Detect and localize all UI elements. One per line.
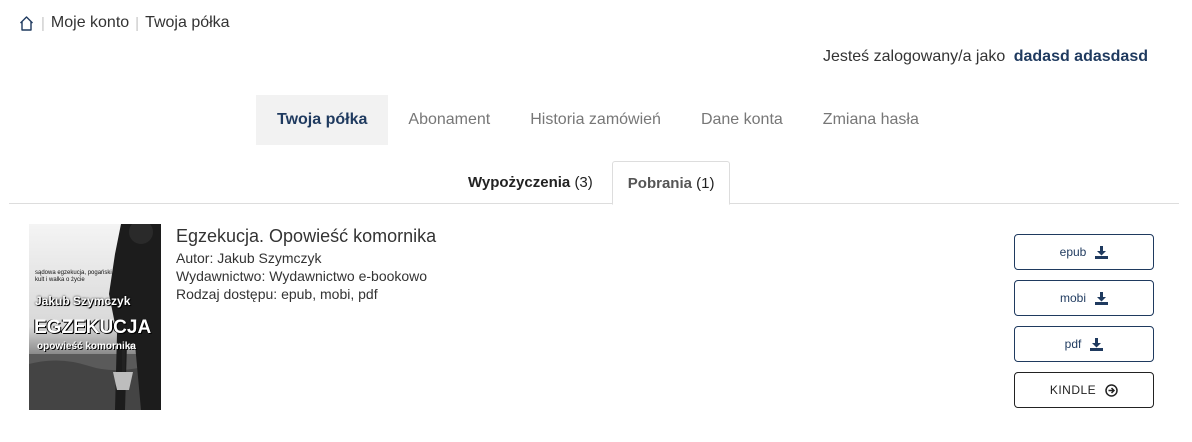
user-name: dadasd adasdasd bbox=[1013, 48, 1148, 65]
tab-loans-label: Wypożyczenia bbox=[468, 174, 571, 191]
download-pdf-label: pdf bbox=[1064, 337, 1082, 351]
tab-shelf[interactable]: Twoja półka bbox=[256, 95, 389, 145]
book-publisher: Wydawnictwo: Wydawnictwo e-bookowo bbox=[176, 268, 428, 284]
breadcrumb-item-my-account[interactable]: Moje konto bbox=[51, 14, 129, 32]
download-icon bbox=[1095, 291, 1108, 305]
cover-tagline: sądowa egzekucja, pogański kult i walka … bbox=[35, 270, 112, 283]
book-cover[interactable]: sądowa egzekucja, pogański kult i walka … bbox=[29, 224, 161, 410]
book-title[interactable]: Egzekucja. Opowieść komornika bbox=[176, 226, 436, 246]
book-info: Egzekucja. Opowieść komornika Autor: Jak… bbox=[176, 226, 436, 303]
tab-subscription[interactable]: Abonament bbox=[388, 95, 510, 145]
tab-downloads-label: Pobrania bbox=[627, 175, 692, 192]
logged-in-text: Jesteś zalogowany/a jako bbox=[822, 48, 1006, 65]
breadcrumb-separator: | bbox=[135, 14, 140, 32]
download-mobi-label: mobi bbox=[1059, 291, 1086, 305]
cover-subtitle: opowieść komornika bbox=[37, 341, 136, 352]
tab-loans[interactable]: Wypożyczenia (3) bbox=[450, 161, 611, 203]
send-to-kindle-button[interactable]: KINDLE bbox=[1014, 372, 1154, 408]
kindle-label: KINDLE bbox=[1049, 383, 1097, 397]
breadcrumb: | Moje konto | Twoja półka bbox=[18, 14, 230, 32]
tab-order-history[interactable]: Historia zamówień bbox=[510, 95, 681, 145]
cover-author: Jakub Szymczyk bbox=[35, 294, 131, 308]
tab-downloads-count: (1) bbox=[696, 175, 715, 192]
download-epub-button[interactable]: epub bbox=[1014, 234, 1154, 270]
book-access-type: Rodzaj dostępu: epub, mobi, pdf bbox=[176, 286, 378, 302]
arrow-circle-right-icon bbox=[1105, 383, 1118, 397]
shelf-sub-tabs: Wypożyczenia (3) Pobrania (1) bbox=[450, 161, 731, 205]
tab-downloads[interactable]: Pobrania (1) bbox=[611, 161, 731, 205]
logged-in-info: Jesteś zalogowany/a jako dadasd adasdasd bbox=[823, 48, 1148, 66]
download-mobi-button[interactable]: mobi bbox=[1014, 280, 1154, 316]
home-icon[interactable] bbox=[18, 15, 35, 32]
tab-change-password[interactable]: Zmiana hasła bbox=[803, 95, 939, 145]
breadcrumb-separator: | bbox=[41, 14, 45, 32]
download-icon bbox=[1095, 245, 1109, 259]
download-icon bbox=[1090, 337, 1104, 351]
download-pdf-button[interactable]: pdf bbox=[1014, 326, 1154, 362]
breadcrumb-item-shelf[interactable]: Twoja półka bbox=[145, 14, 230, 32]
account-tabs: Twoja półka Abonament Historia zamówień … bbox=[256, 95, 939, 145]
tab-account-data[interactable]: Dane konta bbox=[681, 95, 803, 145]
download-buttons: epub mobi pdf KINDLE bbox=[1014, 234, 1154, 408]
page: | Moje konto | Twoja półka Jesteś zalogo… bbox=[0, 0, 1192, 442]
cover-title: EGZEKUCJA bbox=[34, 317, 152, 338]
book-author: Autor: Jakub Szymczyk bbox=[176, 250, 322, 266]
download-epub-label: epub bbox=[1059, 245, 1087, 259]
tab-loans-count: (3) bbox=[574, 174, 593, 191]
